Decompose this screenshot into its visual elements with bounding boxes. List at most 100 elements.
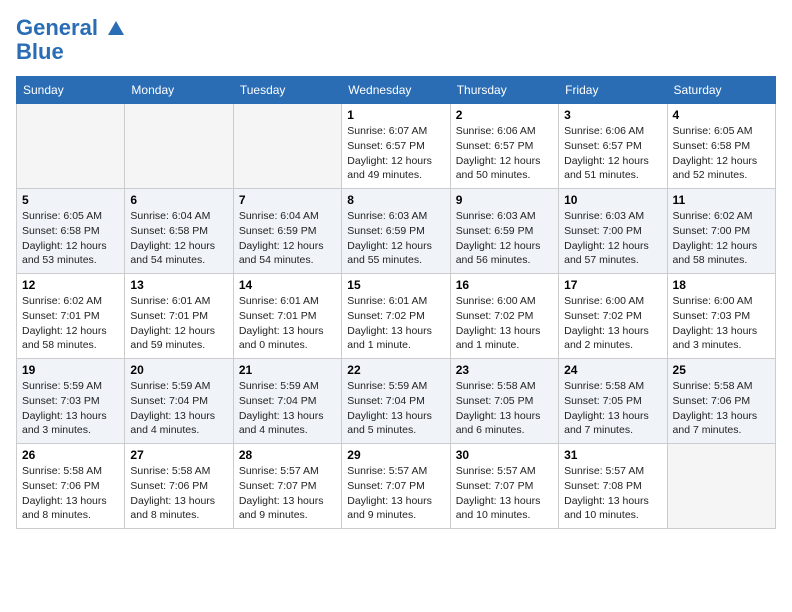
day-info: Sunrise: 6:03 AMSunset: 6:59 PMDaylight:… (347, 210, 432, 266)
day-cell-12: 12 Sunrise: 6:02 AMSunset: 7:01 PMDaylig… (17, 274, 125, 359)
day-info: Sunrise: 6:07 AMSunset: 6:57 PMDaylight:… (347, 125, 432, 181)
logo-blue: Blue (16, 40, 126, 64)
day-cell-24: 24 Sunrise: 5:58 AMSunset: 7:05 PMDaylig… (559, 359, 667, 444)
day-cell-6: 6 Sunrise: 6:04 AMSunset: 6:58 PMDayligh… (125, 189, 233, 274)
col-header-friday: Friday (559, 77, 667, 104)
day-info: Sunrise: 6:00 AMSunset: 7:02 PMDaylight:… (564, 295, 649, 351)
day-info: Sunrise: 5:58 AMSunset: 7:06 PMDaylight:… (673, 380, 758, 436)
day-info: Sunrise: 6:05 AMSunset: 6:58 PMDaylight:… (22, 210, 107, 266)
day-cell-13: 13 Sunrise: 6:01 AMSunset: 7:01 PMDaylig… (125, 274, 233, 359)
day-cell-17: 17 Sunrise: 6:00 AMSunset: 7:02 PMDaylig… (559, 274, 667, 359)
col-header-thursday: Thursday (450, 77, 558, 104)
day-cell-1: 1 Sunrise: 6:07 AMSunset: 6:57 PMDayligh… (342, 104, 450, 189)
day-info: Sunrise: 6:04 AMSunset: 6:59 PMDaylight:… (239, 210, 324, 266)
day-number: 24 (564, 363, 661, 377)
day-info: Sunrise: 6:04 AMSunset: 6:58 PMDaylight:… (130, 210, 215, 266)
day-info: Sunrise: 6:01 AMSunset: 7:02 PMDaylight:… (347, 295, 432, 351)
day-number: 23 (456, 363, 553, 377)
day-cell-2: 2 Sunrise: 6:06 AMSunset: 6:57 PMDayligh… (450, 104, 558, 189)
calendar-table: SundayMondayTuesdayWednesdayThursdayFrid… (16, 76, 776, 529)
day-number: 22 (347, 363, 444, 377)
day-cell-25: 25 Sunrise: 5:58 AMSunset: 7:06 PMDaylig… (667, 359, 775, 444)
day-cell-7: 7 Sunrise: 6:04 AMSunset: 6:59 PMDayligh… (233, 189, 341, 274)
logo: General Blue (16, 16, 126, 64)
day-info: Sunrise: 5:58 AMSunset: 7:05 PMDaylight:… (456, 380, 541, 436)
empty-cell (17, 104, 125, 189)
day-cell-20: 20 Sunrise: 5:59 AMSunset: 7:04 PMDaylig… (125, 359, 233, 444)
day-number: 31 (564, 448, 661, 462)
col-header-wednesday: Wednesday (342, 77, 450, 104)
day-cell-3: 3 Sunrise: 6:06 AMSunset: 6:57 PMDayligh… (559, 104, 667, 189)
day-cell-14: 14 Sunrise: 6:01 AMSunset: 7:01 PMDaylig… (233, 274, 341, 359)
day-cell-26: 26 Sunrise: 5:58 AMSunset: 7:06 PMDaylig… (17, 444, 125, 529)
day-info: Sunrise: 5:58 AMSunset: 7:05 PMDaylight:… (564, 380, 649, 436)
day-number: 3 (564, 108, 661, 122)
day-info: Sunrise: 5:57 AMSunset: 7:07 PMDaylight:… (347, 465, 432, 521)
day-info: Sunrise: 6:01 AMSunset: 7:01 PMDaylight:… (239, 295, 324, 351)
day-number: 13 (130, 278, 227, 292)
logo-icon (106, 19, 126, 39)
logo-text: General (16, 16, 126, 40)
day-cell-9: 9 Sunrise: 6:03 AMSunset: 6:59 PMDayligh… (450, 189, 558, 274)
empty-cell (125, 104, 233, 189)
day-cell-28: 28 Sunrise: 5:57 AMSunset: 7:07 PMDaylig… (233, 444, 341, 529)
day-info: Sunrise: 6:02 AMSunset: 7:01 PMDaylight:… (22, 295, 107, 351)
col-header-monday: Monday (125, 77, 233, 104)
day-cell-11: 11 Sunrise: 6:02 AMSunset: 7:00 PMDaylig… (667, 189, 775, 274)
week-row-4: 19 Sunrise: 5:59 AMSunset: 7:03 PMDaylig… (17, 359, 776, 444)
day-info: Sunrise: 6:00 AMSunset: 7:03 PMDaylight:… (673, 295, 758, 351)
day-number: 16 (456, 278, 553, 292)
day-cell-15: 15 Sunrise: 6:01 AMSunset: 7:02 PMDaylig… (342, 274, 450, 359)
day-info: Sunrise: 5:57 AMSunset: 7:08 PMDaylight:… (564, 465, 649, 521)
day-info: Sunrise: 6:06 AMSunset: 6:57 PMDaylight:… (564, 125, 649, 181)
day-number: 25 (673, 363, 770, 377)
day-cell-29: 29 Sunrise: 5:57 AMSunset: 7:07 PMDaylig… (342, 444, 450, 529)
day-cell-22: 22 Sunrise: 5:59 AMSunset: 7:04 PMDaylig… (342, 359, 450, 444)
day-info: Sunrise: 6:03 AMSunset: 6:59 PMDaylight:… (456, 210, 541, 266)
calendar-header-row: SundayMondayTuesdayWednesdayThursdayFrid… (17, 77, 776, 104)
day-number: 15 (347, 278, 444, 292)
day-cell-5: 5 Sunrise: 6:05 AMSunset: 6:58 PMDayligh… (17, 189, 125, 274)
day-info: Sunrise: 6:01 AMSunset: 7:01 PMDaylight:… (130, 295, 215, 351)
day-number: 20 (130, 363, 227, 377)
day-number: 26 (22, 448, 119, 462)
day-info: Sunrise: 6:03 AMSunset: 7:00 PMDaylight:… (564, 210, 649, 266)
day-cell-31: 31 Sunrise: 5:57 AMSunset: 7:08 PMDaylig… (559, 444, 667, 529)
day-cell-27: 27 Sunrise: 5:58 AMSunset: 7:06 PMDaylig… (125, 444, 233, 529)
day-cell-19: 19 Sunrise: 5:59 AMSunset: 7:03 PMDaylig… (17, 359, 125, 444)
day-cell-18: 18 Sunrise: 6:00 AMSunset: 7:03 PMDaylig… (667, 274, 775, 359)
day-number: 18 (673, 278, 770, 292)
day-number: 10 (564, 193, 661, 207)
empty-cell (667, 444, 775, 529)
day-number: 12 (22, 278, 119, 292)
day-number: 29 (347, 448, 444, 462)
page-header: General Blue (16, 16, 776, 64)
week-row-2: 5 Sunrise: 6:05 AMSunset: 6:58 PMDayligh… (17, 189, 776, 274)
day-number: 8 (347, 193, 444, 207)
day-info: Sunrise: 6:02 AMSunset: 7:00 PMDaylight:… (673, 210, 758, 266)
day-cell-30: 30 Sunrise: 5:57 AMSunset: 7:07 PMDaylig… (450, 444, 558, 529)
day-info: Sunrise: 5:58 AMSunset: 7:06 PMDaylight:… (130, 465, 215, 521)
day-number: 19 (22, 363, 119, 377)
day-info: Sunrise: 6:06 AMSunset: 6:57 PMDaylight:… (456, 125, 541, 181)
day-number: 2 (456, 108, 553, 122)
col-header-sunday: Sunday (17, 77, 125, 104)
empty-cell (233, 104, 341, 189)
day-cell-21: 21 Sunrise: 5:59 AMSunset: 7:04 PMDaylig… (233, 359, 341, 444)
day-number: 28 (239, 448, 336, 462)
day-info: Sunrise: 5:59 AMSunset: 7:03 PMDaylight:… (22, 380, 107, 436)
day-info: Sunrise: 5:57 AMSunset: 7:07 PMDaylight:… (456, 465, 541, 521)
day-number: 17 (564, 278, 661, 292)
day-number: 1 (347, 108, 444, 122)
day-cell-10: 10 Sunrise: 6:03 AMSunset: 7:00 PMDaylig… (559, 189, 667, 274)
day-number: 9 (456, 193, 553, 207)
week-row-3: 12 Sunrise: 6:02 AMSunset: 7:01 PMDaylig… (17, 274, 776, 359)
day-cell-23: 23 Sunrise: 5:58 AMSunset: 7:05 PMDaylig… (450, 359, 558, 444)
day-info: Sunrise: 5:59 AMSunset: 7:04 PMDaylight:… (130, 380, 215, 436)
day-number: 27 (130, 448, 227, 462)
day-number: 11 (673, 193, 770, 207)
day-info: Sunrise: 6:00 AMSunset: 7:02 PMDaylight:… (456, 295, 541, 351)
day-number: 5 (22, 193, 119, 207)
day-info: Sunrise: 5:59 AMSunset: 7:04 PMDaylight:… (239, 380, 324, 436)
day-number: 14 (239, 278, 336, 292)
